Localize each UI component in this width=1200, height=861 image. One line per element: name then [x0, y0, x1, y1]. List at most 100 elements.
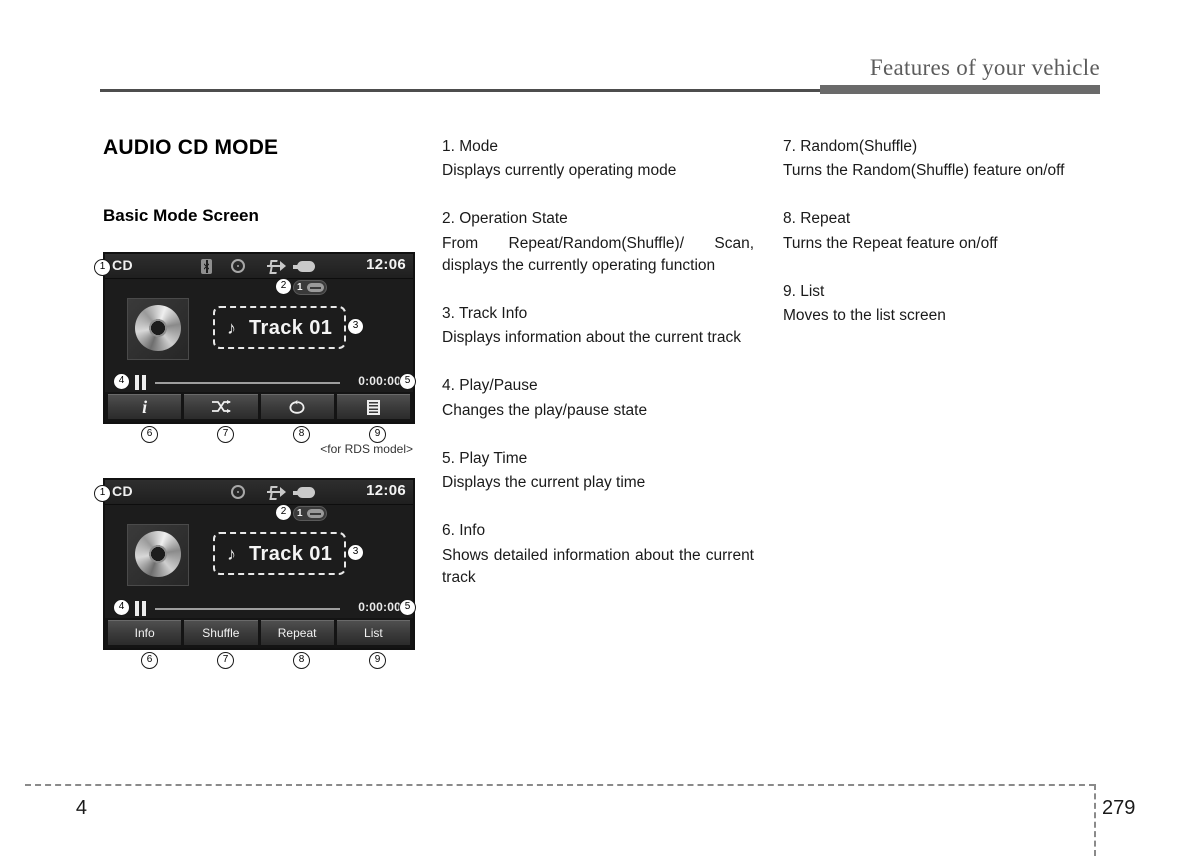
- entry-title: 5. Play Time: [442, 449, 528, 467]
- pause-icon[interactable]: [135, 375, 147, 390]
- list-item: 4. Play/Pause Changes the play/pause sta…: [442, 375, 754, 421]
- entry-description: Displays currently operating mode: [442, 162, 677, 180]
- entry-description: Changes the play/pause state: [442, 401, 648, 419]
- callout-9: 9: [369, 426, 386, 443]
- entry-title: 9. List: [783, 282, 825, 300]
- page-header: Features of your vehicle: [0, 0, 1200, 100]
- operation-state-number: 1: [297, 508, 303, 519]
- list-button[interactable]: List: [336, 620, 410, 645]
- disc-icon: [231, 485, 245, 499]
- callout-7: 7: [217, 426, 234, 443]
- shuffle-button-label: Shuffle: [202, 626, 240, 640]
- list-item: 6. Info Shows detailed information about…: [442, 520, 754, 588]
- page-number: 279: [1102, 797, 1136, 819]
- shuffle-button[interactable]: [184, 394, 258, 419]
- repeat-icon: [289, 399, 305, 415]
- chapter-number: 4: [75, 797, 87, 819]
- header-rule-thin: [100, 89, 820, 92]
- entry-description: Moves to the list screen: [783, 307, 946, 325]
- list-item: 8. Repeat Turns the Repeat feature on/of…: [783, 208, 1098, 254]
- clock-label: 12:06: [366, 256, 406, 273]
- status-icon-group: [201, 484, 331, 501]
- cd-disc-icon: [135, 305, 181, 351]
- playback-row: 0:00:00: [105, 598, 413, 620]
- album-art: [127, 524, 189, 586]
- callout-1: 1: [94, 259, 111, 276]
- playback-row: 0:00:00: [105, 372, 413, 394]
- list-item: 1. Mode Displays currently operating mod…: [442, 136, 754, 182]
- operation-state-badge: 1: [293, 280, 327, 295]
- left-column: AUDIO CD MODE Basic Mode Screen CD 12:06…: [94, 136, 423, 669]
- list-item: 2. Operation State From Repeat/Random(Sh…: [442, 208, 754, 276]
- repeat-button[interactable]: [260, 394, 334, 419]
- operation-state-badge: 1: [293, 506, 327, 521]
- mode-label: CD: [112, 257, 134, 273]
- status-icon-group: [201, 258, 331, 275]
- callout-6: 6: [141, 426, 158, 443]
- clock-label: 12:06: [366, 482, 406, 499]
- device-screen: CD 12:06 1 ♪ Track 01: [103, 478, 415, 650]
- progress-bar[interactable]: [155, 382, 340, 384]
- list-item: 7. Random(Shuffle) Turns the Random(Shuf…: [783, 136, 1098, 182]
- callout-2: 2: [275, 504, 292, 521]
- screen-mockup-icon-buttons: CD 12:06 1 ♪ Track 01 0:00:00 i 1 2 3 4 …: [94, 252, 416, 456]
- usb-icon: [267, 485, 286, 500]
- page-title: AUDIO CD MODE: [103, 136, 279, 159]
- list-item: 9. List Moves to the list screen: [783, 281, 1098, 327]
- callout-5: 5: [399, 373, 416, 390]
- disc-icon: [231, 259, 245, 273]
- plug-icon: [293, 261, 315, 272]
- usb-icon: [267, 259, 286, 274]
- list-item: 3. Track Info Displays information about…: [442, 303, 754, 349]
- bluetooth-icon: [201, 259, 212, 274]
- operation-state-icon: [307, 283, 324, 292]
- shuffle-button[interactable]: Shuffle: [184, 620, 258, 645]
- page-header-title: Features of your vehicle: [869, 55, 1100, 80]
- mode-label: CD: [112, 483, 134, 499]
- list-button[interactable]: [336, 394, 410, 419]
- progress-bar[interactable]: [155, 608, 340, 610]
- entry-title: 7. Random(Shuffle): [783, 138, 918, 155]
- entry-title: 8. Repeat: [783, 210, 851, 228]
- track-info-box[interactable]: ♪ Track 01: [213, 306, 346, 349]
- info-icon: i: [142, 396, 148, 417]
- music-note-icon: ♪: [227, 544, 236, 564]
- rds-caption: <for RDS model>: [320, 442, 413, 456]
- callout-7: 7: [217, 652, 234, 669]
- track-title: Track 01: [249, 317, 333, 339]
- screen-mockup-text-buttons: CD 12:06 1 ♪ Track 01 0:00:00 Info Shuff…: [94, 478, 416, 669]
- list-item: 5. Play Time Displays the current play t…: [442, 448, 754, 494]
- info-button-label: Info: [134, 626, 155, 640]
- repeat-button[interactable]: Repeat: [260, 620, 334, 645]
- pause-icon[interactable]: [135, 601, 147, 616]
- info-button[interactable]: Info: [108, 620, 182, 645]
- status-bar: CD 12:06: [105, 480, 413, 505]
- entry-title: 4. Play/Pause: [442, 377, 538, 395]
- track-title: Track 01: [249, 543, 333, 565]
- track-info-box[interactable]: ♪ Track 01: [213, 532, 346, 575]
- callout-8: 8: [293, 426, 310, 443]
- callout-3: 3: [347, 544, 364, 561]
- subsection-title: Basic Mode Screen: [103, 206, 259, 225]
- play-time-label: 0:00:00: [358, 600, 401, 614]
- status-bar: CD 12:06: [105, 254, 413, 279]
- soft-button-row: i: [105, 392, 413, 422]
- entry-title: 1. Mode: [442, 138, 499, 155]
- callout-2: 2: [275, 278, 292, 295]
- right-column: 7. Random(Shuffle) Turns the Random(Shuf…: [783, 136, 1098, 353]
- entry-title: 3. Track Info: [442, 304, 528, 322]
- callout-4: 4: [113, 599, 130, 616]
- callout-5: 5: [399, 599, 416, 616]
- album-art: [127, 298, 189, 360]
- entry-description: From Repeat/Random(Shuffle)/ Scan, displ…: [442, 234, 754, 274]
- page-footer: 4 279: [0, 771, 1200, 861]
- callout-4: 4: [113, 373, 130, 390]
- entry-description: Turns the Random(Shuffle) feature on/off: [783, 162, 1065, 180]
- info-button[interactable]: i: [108, 394, 182, 419]
- callout-9: 9: [369, 652, 386, 669]
- entry-title: 2. Operation State: [442, 210, 568, 228]
- middle-column: 1. Mode Displays currently operating mod…: [442, 136, 754, 615]
- repeat-button-label: Repeat: [277, 626, 317, 640]
- soft-button-row: Info Shuffle Repeat List: [105, 618, 413, 648]
- entry-title: 6. Info: [442, 522, 486, 540]
